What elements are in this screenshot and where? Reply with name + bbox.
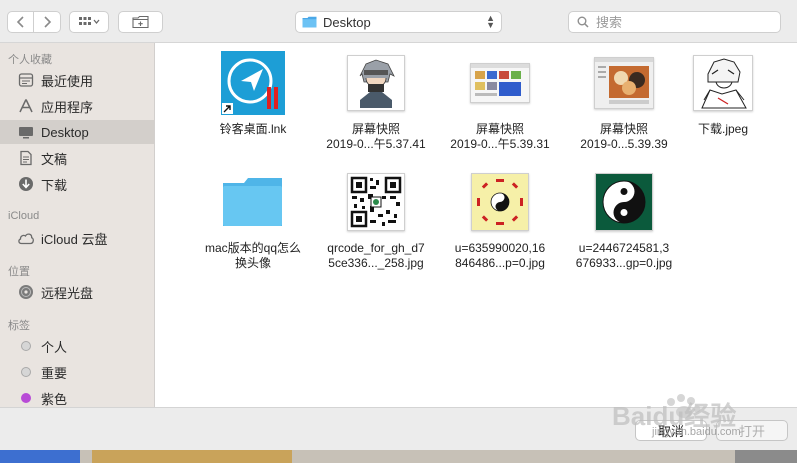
- file-name: 屏幕快照 2019-0...午5.37.41: [326, 122, 426, 151]
- file-item[interactable]: mac版本的qq怎么 换头像: [191, 169, 315, 271]
- updown-chevron-icon: ▲ ▼: [486, 13, 495, 30]
- sidebar-section-icloud: iCloud: [8, 210, 40, 222]
- search-input[interactable]: [594, 13, 768, 31]
- file-item[interactable]: 屏幕快照 2019-0...午5.39.31: [438, 50, 562, 152]
- forward-button[interactable]: [34, 11, 61, 33]
- image-thumbnail-icon: [693, 55, 753, 111]
- cloud-icon: [17, 229, 35, 247]
- app-shortcut-icon: [221, 51, 285, 115]
- location-popup[interactable]: Desktop ▲ ▼: [295, 11, 502, 33]
- download-icon: [17, 175, 35, 193]
- folder-icon: [223, 178, 282, 226]
- open-button[interactable]: 打开: [716, 420, 788, 441]
- file-name: mac版本的qq怎么 换头像: [204, 241, 302, 270]
- file-name: 屏幕快照 2019-0...午5.39.31: [450, 122, 550, 151]
- chevron-right-icon: [44, 16, 52, 28]
- location-label: Desktop: [323, 14, 371, 30]
- sidebar-item-label: 远程光盘: [41, 285, 94, 301]
- nav-buttons: [7, 11, 61, 33]
- file-name: qrcode_for_gh_d7 5ce336..._258.jpg: [327, 241, 425, 270]
- tag-dot-icon: [17, 389, 35, 407]
- file-item[interactable]: u=2446724581,3 676933...gp=0.jpg: [562, 169, 686, 271]
- sidebar-item-label: 个人: [41, 339, 68, 355]
- sidebar-item-remote-disc[interactable]: 远程光盘: [0, 280, 154, 304]
- new-folder-icon: [131, 15, 149, 29]
- file-name: 铃客桌面.lnk: [219, 122, 287, 136]
- toolbar: Desktop ▲ ▼: [0, 0, 797, 43]
- image-thumbnail-icon: [471, 173, 529, 231]
- sidebar-item-label: 最近使用: [41, 73, 94, 89]
- tag-dot-icon: [17, 337, 35, 355]
- back-button[interactable]: [7, 11, 34, 33]
- cancel-button[interactable]: 取消: [635, 420, 707, 441]
- sidebar: 个人收藏 最近使用 应用程序 Desktop 文稿 下载 iCloud iClo…: [0, 43, 155, 407]
- clock-icon: [17, 71, 35, 89]
- yin-yang-thumbnail-icon: [595, 173, 653, 231]
- applications-icon: [17, 97, 35, 115]
- disc-icon: [17, 283, 35, 301]
- file-name: u=635990020,16 846486...p=0.jpg: [454, 241, 546, 270]
- new-folder-button[interactable]: [118, 11, 163, 33]
- sidebar-tag-purple[interactable]: 紫色: [0, 386, 154, 407]
- view-mode-button[interactable]: [69, 11, 109, 33]
- file-open-dialog: Desktop ▲▼ 个人收藏 最近使用 应用程序 Desktop 文稿 下载: [0, 0, 797, 451]
- search-field[interactable]: [568, 11, 781, 33]
- screenshot-thumbnail-icon: [470, 63, 530, 103]
- search-icon: [577, 16, 589, 28]
- sidebar-item-applications[interactable]: 应用程序: [0, 94, 154, 118]
- chevron-left-icon: [16, 16, 24, 28]
- sidebar-item-documents[interactable]: 文稿: [0, 146, 154, 170]
- sidebar-tag-important[interactable]: 重要: [0, 360, 154, 384]
- sidebar-section-tags: 标签: [8, 320, 30, 332]
- sidebar-item-label: 文稿: [41, 151, 68, 167]
- sidebar-item-label: 紫色: [41, 391, 68, 407]
- sidebar-item-desktop[interactable]: Desktop: [0, 120, 154, 144]
- sidebar-section-favorites: 个人收藏: [8, 54, 52, 66]
- sidebar-item-label: 下载: [41, 177, 68, 193]
- file-item[interactable]: 下载.jpeg: [661, 50, 785, 137]
- folder-icon: [302, 16, 317, 28]
- sidebar-item-icloud-drive[interactable]: iCloud 云盘: [0, 226, 154, 250]
- sidebar-item-downloads[interactable]: 下载: [0, 172, 154, 196]
- sidebar-item-label: 重要: [41, 365, 68, 381]
- sidebar-tag-personal[interactable]: 个人: [0, 334, 154, 358]
- file-item[interactable]: qrcode_for_gh_d7 5ce336..._258.jpg: [314, 169, 438, 271]
- file-item[interactable]: u=635990020,16 846486...p=0.jpg: [438, 169, 562, 271]
- document-icon: [17, 149, 35, 167]
- bottom-bar: 取消 打开: [0, 407, 797, 451]
- sidebar-item-recents[interactable]: 最近使用: [0, 68, 154, 92]
- qrcode-thumbnail-icon: [347, 173, 405, 231]
- sidebar-item-label: 应用程序: [41, 99, 94, 115]
- file-item[interactable]: 铃客桌面.lnk: [191, 50, 315, 137]
- screenshot-thumbnail-icon: [594, 57, 654, 109]
- screenshot-thumbnail-icon: [347, 55, 405, 111]
- file-item[interactable]: 屏幕快照 2019-0...午5.37.41: [314, 50, 438, 152]
- sidebar-item-label: iCloud 云盘: [41, 231, 108, 247]
- file-name: 下载.jpeg: [697, 122, 749, 136]
- file-browser: 铃客桌面.lnk 屏幕快照 2019-0...午5.37.41 屏幕快照 201…: [155, 43, 797, 407]
- tag-dot-icon: [17, 363, 35, 381]
- background-window-strip: [0, 450, 797, 463]
- sidebar-item-label: Desktop: [41, 124, 89, 140]
- desktop-icon: [17, 123, 35, 141]
- file-name: u=2446724581,3 676933...gp=0.jpg: [575, 241, 673, 270]
- grid-view-icon: [79, 17, 100, 25]
- sidebar-section-locations: 位置: [8, 266, 30, 278]
